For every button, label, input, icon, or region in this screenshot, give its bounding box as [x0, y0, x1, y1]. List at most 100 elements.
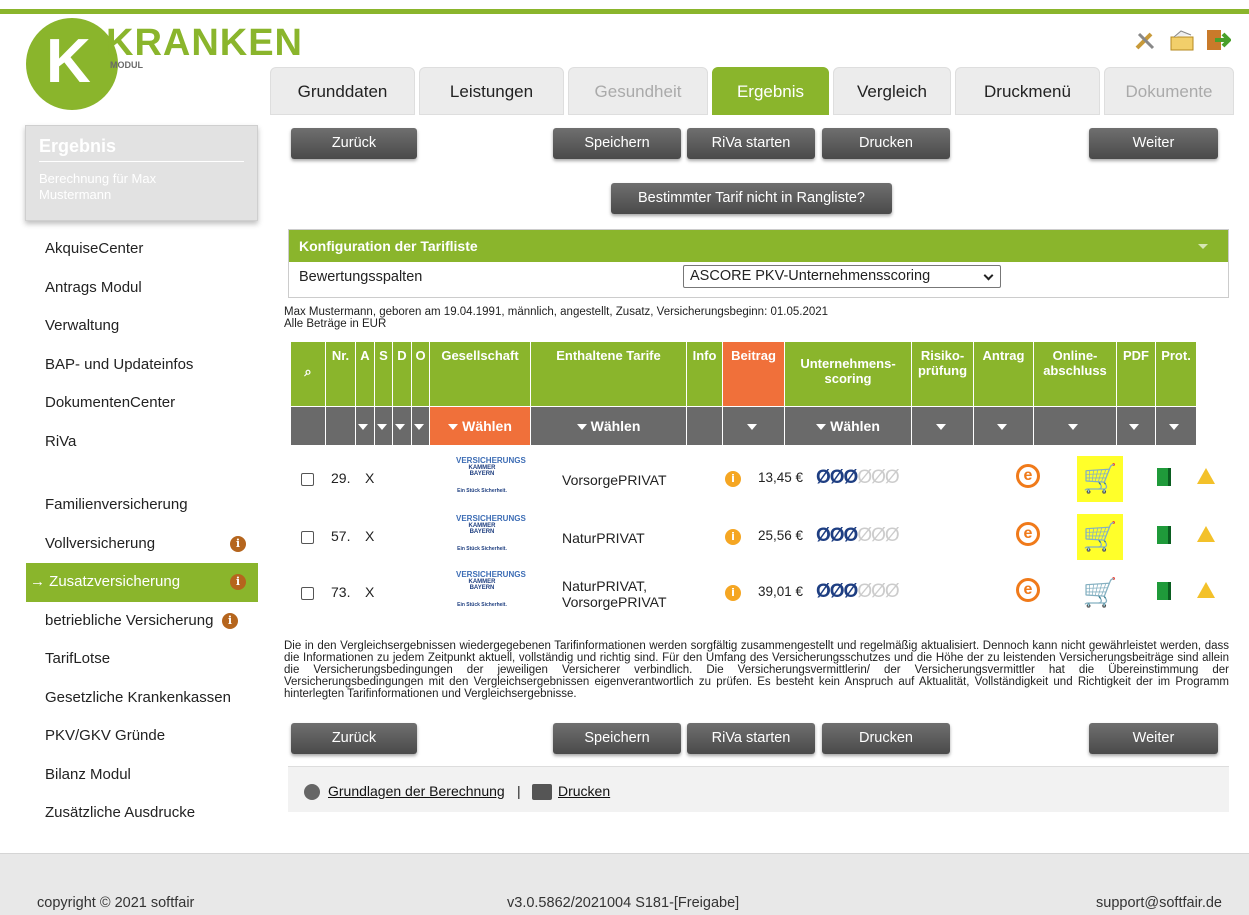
- tools-icon[interactable]: [1133, 28, 1159, 52]
- cart-icon[interactable]: 🛒: [1077, 514, 1123, 560]
- antrag-icon[interactable]: e: [1016, 464, 1040, 488]
- sidebar-item-zusaetzliche-ausdrucke[interactable]: Zusätzliche Ausdrucke: [26, 794, 258, 833]
- info-icon[interactable]: i: [725, 585, 741, 601]
- riva-button-bottom[interactable]: RiVa starten: [687, 723, 815, 754]
- cart-icon[interactable]: 🛒: [1077, 570, 1123, 616]
- col-gesellschaft[interactable]: Gesellschaft: [430, 342, 531, 406]
- filter-risiko[interactable]: [912, 407, 974, 445]
- filter-prot[interactable]: [1156, 407, 1197, 445]
- back-button-top[interactable]: Zurück: [291, 128, 417, 159]
- sidebar-item-familienversicherung[interactable]: Familienversicherung: [26, 486, 258, 525]
- warning-icon[interactable]: [1197, 582, 1215, 598]
- col-tarife[interactable]: Enthaltene Tarife: [531, 342, 687, 406]
- col-scoring[interactable]: Unternehmens-scoring: [785, 342, 912, 406]
- sidebar-item-gesetzliche-krankenkassen[interactable]: Gesetzliche Krankenkassen: [26, 679, 258, 718]
- filter-a[interactable]: [356, 407, 375, 445]
- col-s[interactable]: S: [375, 342, 393, 406]
- sidebar-item-betriebliche-versicherung[interactable]: betriebliche Versicherung i: [26, 602, 258, 641]
- top-icons: [1133, 28, 1232, 52]
- tab-ergebnis[interactable]: Ergebnis: [712, 67, 829, 115]
- collapse-icon[interactable]: [1198, 244, 1208, 249]
- col-risiko[interactable]: Risiko-prüfung: [912, 342, 974, 406]
- riva-button-top[interactable]: RiVa starten: [687, 128, 815, 159]
- row-checkbox[interactable]: [301, 473, 314, 486]
- sidebar-item-antrags-modul[interactable]: Antrags Modul: [26, 269, 258, 308]
- sidebar-item-bilanz-modul[interactable]: Bilanz Modul: [26, 756, 258, 795]
- col-pdf[interactable]: PDF: [1117, 342, 1156, 406]
- save-button-bottom[interactable]: Speichern: [553, 723, 681, 754]
- missing-tariff-button[interactable]: Bestimmter Tarif nicht in Rangliste?: [611, 183, 892, 214]
- info-icon[interactable]: i: [222, 612, 238, 629]
- antrag-icon[interactable]: e: [1016, 578, 1040, 602]
- filter-beitrag[interactable]: [723, 407, 785, 445]
- copyright: copyright © 2021 softfair: [37, 895, 195, 911]
- filter-scoring[interactable]: Wählen: [785, 407, 912, 445]
- sidebar-item-verwaltung[interactable]: Verwaltung: [26, 307, 258, 346]
- row-checkbox[interactable]: [301, 587, 314, 600]
- filter-label: Wählen: [830, 418, 880, 434]
- save-button-top[interactable]: Speichern: [553, 128, 681, 159]
- filter-o[interactable]: [412, 407, 430, 445]
- config-header[interactable]: Konfiguration der Tarifliste: [289, 230, 1228, 262]
- print-link[interactable]: Drucken: [558, 783, 610, 799]
- info-icon[interactable]: i: [230, 574, 246, 590]
- sidebar-item-riva[interactable]: RiVa: [26, 423, 258, 462]
- col-beitrag[interactable]: Beitrag: [723, 342, 785, 406]
- next-button-bottom[interactable]: Weiter: [1089, 723, 1218, 754]
- filter-pdf[interactable]: [1117, 407, 1156, 445]
- warning-icon[interactable]: [1197, 526, 1215, 542]
- scoring-select[interactable]: ASCORE PKV-Unternehmensscoring: [683, 265, 1001, 288]
- next-button-top[interactable]: Weiter: [1089, 128, 1218, 159]
- footer: copyright © 2021 softfair v3.0.5862/2021…: [0, 853, 1249, 915]
- info-icon[interactable]: i: [230, 535, 246, 552]
- col-antrag[interactable]: Antrag: [974, 342, 1034, 406]
- filter-empty: [291, 407, 326, 445]
- sidebar-item-label: → Zusatzversicherung: [30, 573, 181, 590]
- warning-icon[interactable]: [1197, 468, 1215, 484]
- info-icon[interactable]: i: [725, 471, 741, 487]
- sidebar-item-zusatzversicherung[interactable]: → Zusatzversicherung i: [26, 563, 258, 602]
- sidebar-item-vollversicherung[interactable]: Vollversicherung i: [26, 525, 258, 564]
- tab-grunddaten[interactable]: Grunddaten: [270, 67, 415, 115]
- support-email[interactable]: support@softfair.de: [1096, 895, 1222, 911]
- antrag-icon[interactable]: e: [1016, 522, 1040, 546]
- filter-antrag[interactable]: [974, 407, 1034, 445]
- printer-icon[interactable]: [532, 784, 552, 800]
- filter-d[interactable]: [393, 407, 412, 445]
- pdf-icon[interactable]: [1157, 582, 1171, 600]
- col-o[interactable]: O: [412, 342, 430, 406]
- pdf-icon[interactable]: [1157, 468, 1171, 486]
- back-button-bottom[interactable]: Zurück: [291, 723, 417, 754]
- mail-folder-icon[interactable]: [1169, 28, 1195, 52]
- filter-s[interactable]: [375, 407, 393, 445]
- col-online[interactable]: Online-abschluss: [1034, 342, 1117, 406]
- col-a[interactable]: A: [356, 342, 375, 406]
- search-icon[interactable]: ⌕: [291, 342, 326, 406]
- col-nr[interactable]: Nr.: [326, 342, 356, 406]
- col-d[interactable]: D: [393, 342, 412, 406]
- col-info[interactable]: Info: [687, 342, 723, 406]
- print-button-top[interactable]: Drucken: [822, 128, 950, 159]
- filter-gesellschaft[interactable]: Wählen: [430, 407, 531, 445]
- sidebar-item-akquisecenter[interactable]: AkquiseCenter: [26, 230, 258, 269]
- sidebar-item-bap[interactable]: BAP- und Updateinfos: [26, 346, 258, 385]
- pdf-icon[interactable]: [1157, 526, 1171, 544]
- sidebar-item-tariflotse[interactable]: TarifLotse: [26, 640, 258, 679]
- row-checkbox[interactable]: [301, 531, 314, 544]
- col-prot[interactable]: Prot.: [1156, 342, 1197, 406]
- print-button-bottom[interactable]: Drucken: [822, 723, 950, 754]
- filter-empty: [687, 407, 723, 445]
- tab-leistungen[interactable]: Leistungen: [419, 67, 564, 115]
- cart-icon[interactable]: 🛒: [1077, 456, 1123, 502]
- filter-online[interactable]: [1034, 407, 1117, 445]
- filter-tarife[interactable]: Wählen: [531, 407, 687, 445]
- version: v3.0.5862/2021004 S181-[Freigabe]: [507, 895, 740, 911]
- tab-druckmenue[interactable]: Druckmenü: [955, 67, 1100, 115]
- tab-vergleich[interactable]: Vergleich: [833, 67, 951, 115]
- logout-icon[interactable]: [1205, 28, 1232, 52]
- basis-link[interactable]: Grundlagen der Berechnung: [328, 783, 505, 799]
- sidebar-item-pkv-gkv-gruende[interactable]: PKV/GKV Gründe: [26, 717, 258, 756]
- info-icon[interactable]: i: [725, 529, 741, 545]
- sidebar-item-dokumentencenter[interactable]: DokumentenCenter: [26, 384, 258, 423]
- filter-label: Wählen: [590, 418, 641, 434]
